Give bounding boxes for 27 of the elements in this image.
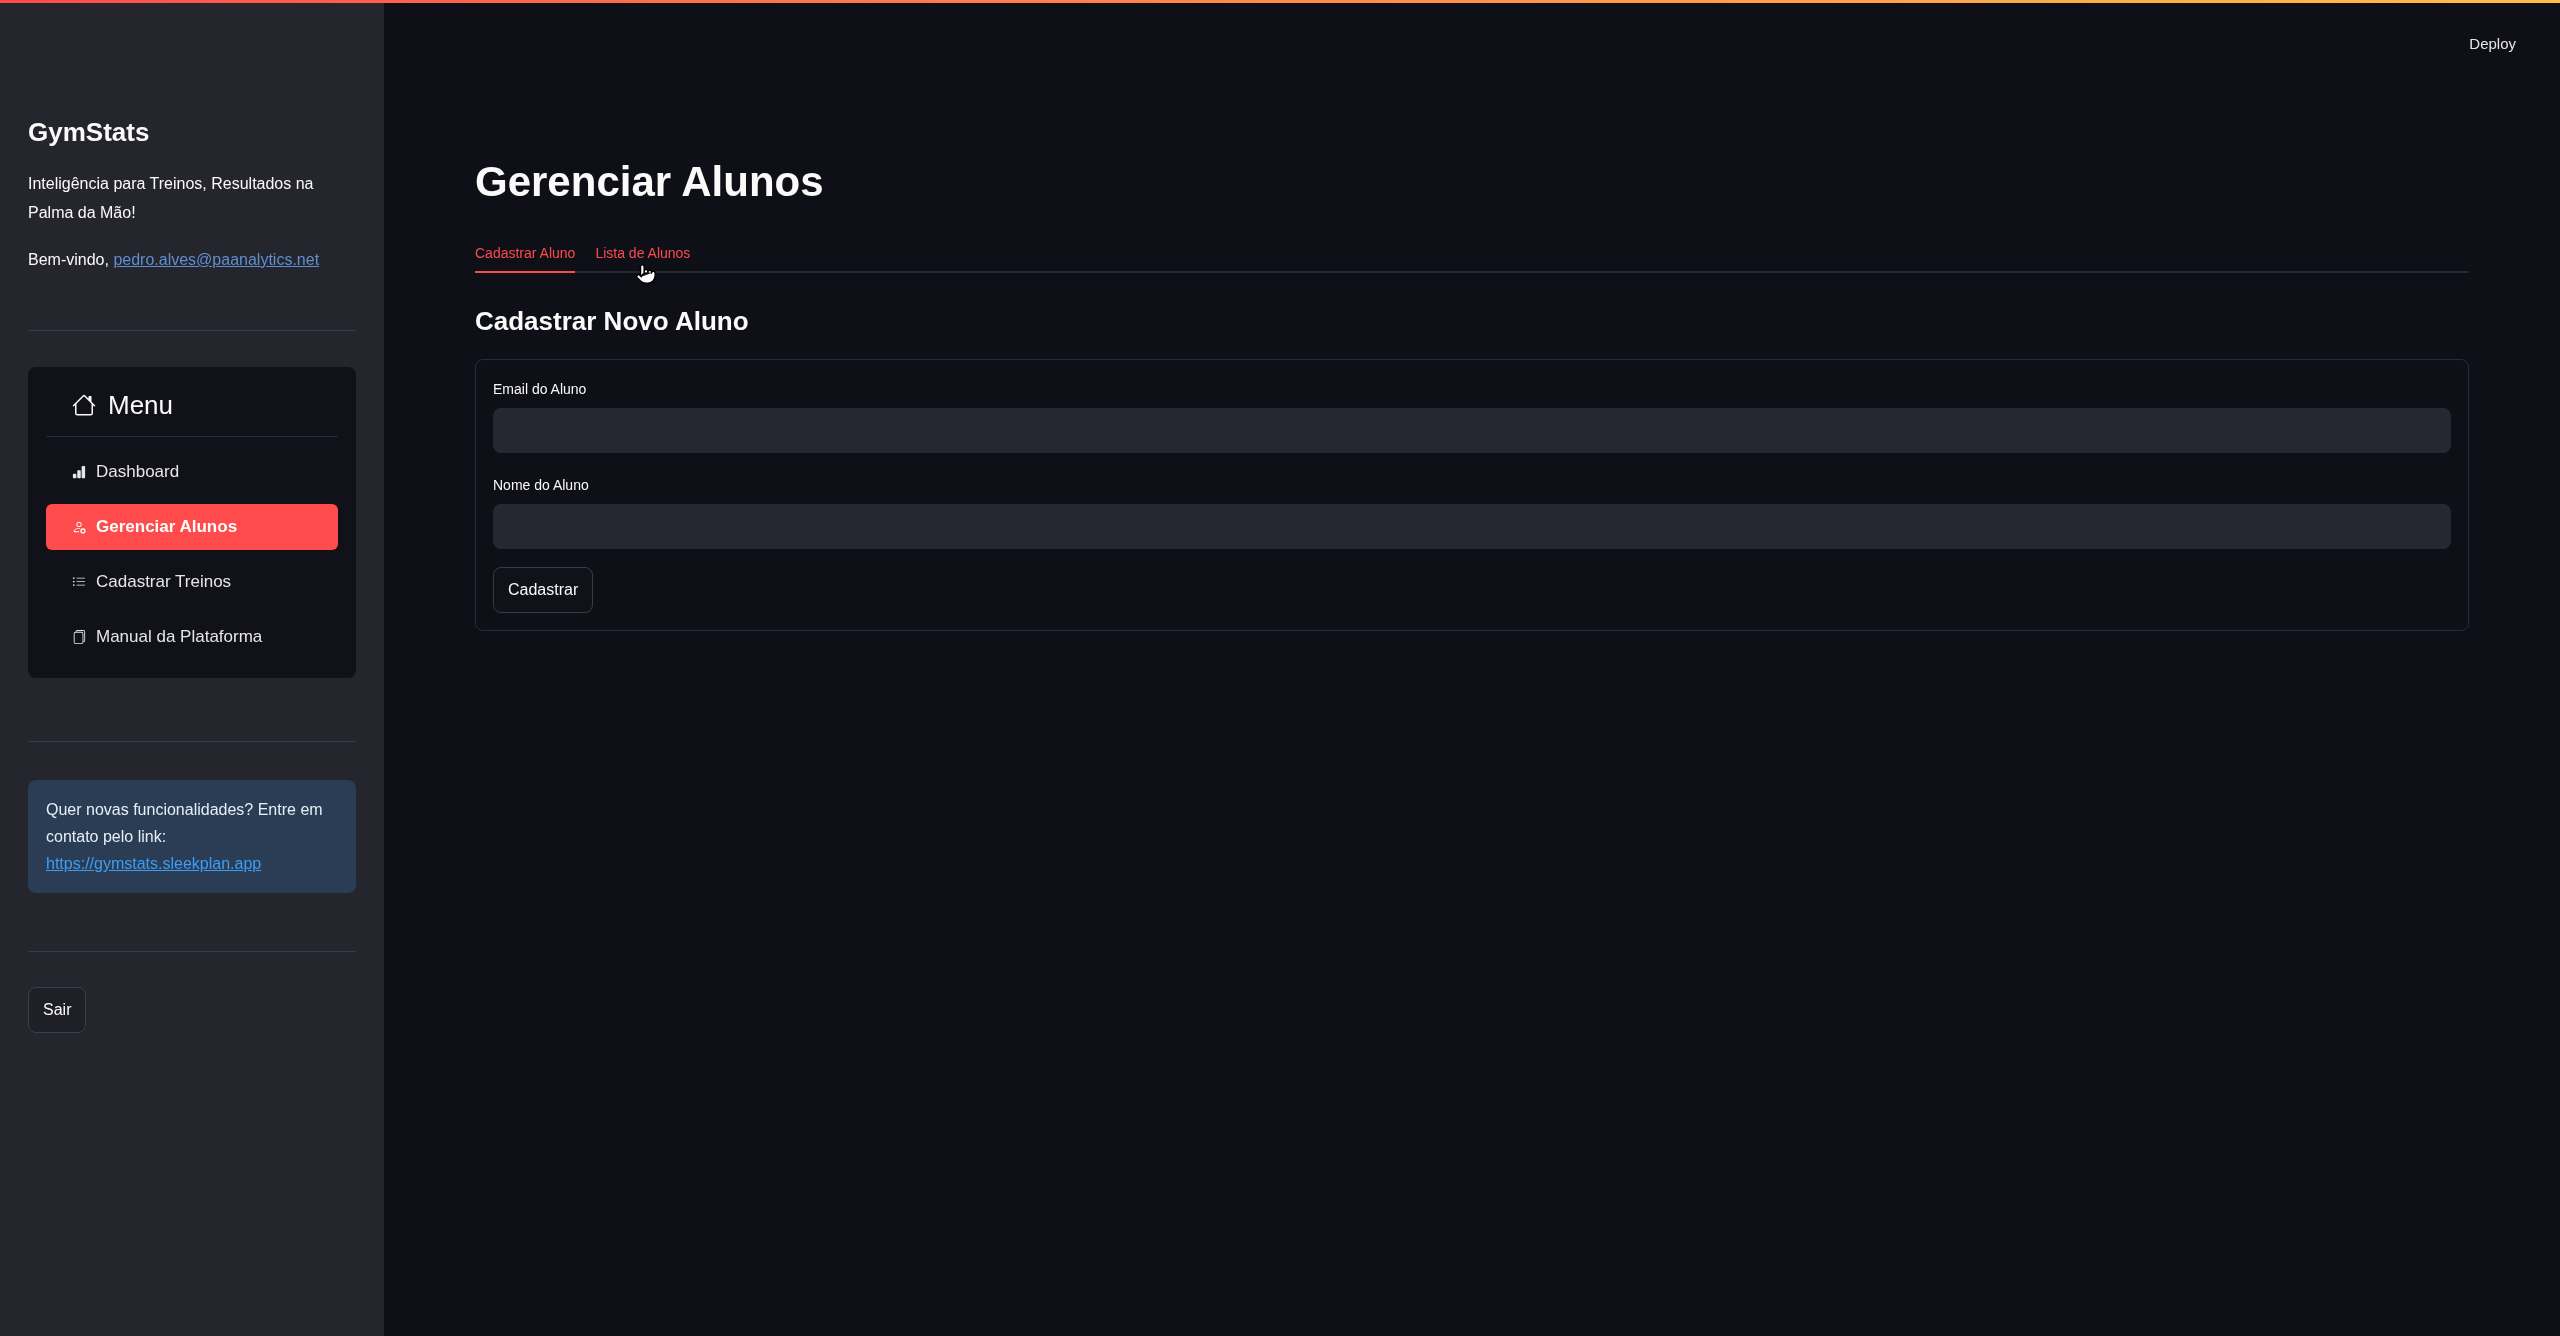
section-title: Cadastrar Novo Aluno [475, 305, 750, 337]
submit-button[interactable]: Cadastrar [493, 567, 594, 613]
files-icon [72, 630, 86, 644]
field-label: Email do Aluno [493, 380, 588, 399]
info-text: Quer novas funcionalidades? Entre em contato pelo link: [46, 800, 324, 847]
welcome-text: Bem-vindo, pedro.alves@paanalytics.net [28, 250, 321, 270]
field-label: Nome do Aluno [493, 476, 590, 495]
text-field[interactable] [493, 504, 2451, 549]
text-field[interactable] [493, 408, 2451, 453]
list-icon [72, 575, 86, 589]
deploy-button[interactable]: Deploy [2463, 31, 2522, 57]
tagline-text: Inteligência para Treinos, Resultados na Palma da Mão! [28, 174, 315, 223]
bar-chart-icon [72, 465, 86, 479]
page-title: Gerenciar Alunos [475, 157, 825, 207]
menu-title: Menu [108, 389, 174, 421]
home-icon [72, 393, 96, 417]
menu-item[interactable]: Dashboard [46, 449, 338, 495]
tab[interactable]: Lista de Alunos [595, 235, 691, 273]
logout-button[interactable]: Sair [28, 987, 87, 1033]
menu-item[interactable]: Manual da Plataforma [46, 614, 338, 660]
email-link[interactable]: pedro.alves@paanalytics.net [113, 251, 320, 268]
hand-pointer-icon [635, 262, 657, 286]
menu-item[interactable]: Cadastrar Treinos [46, 559, 338, 605]
person-gear-icon [72, 520, 86, 534]
app-title: GymStats [28, 116, 151, 149]
tab[interactable]: Cadastrar Aluno [475, 235, 576, 273]
contact-link[interactable]: https://gymstats.sleekplan.app [46, 850, 262, 877]
